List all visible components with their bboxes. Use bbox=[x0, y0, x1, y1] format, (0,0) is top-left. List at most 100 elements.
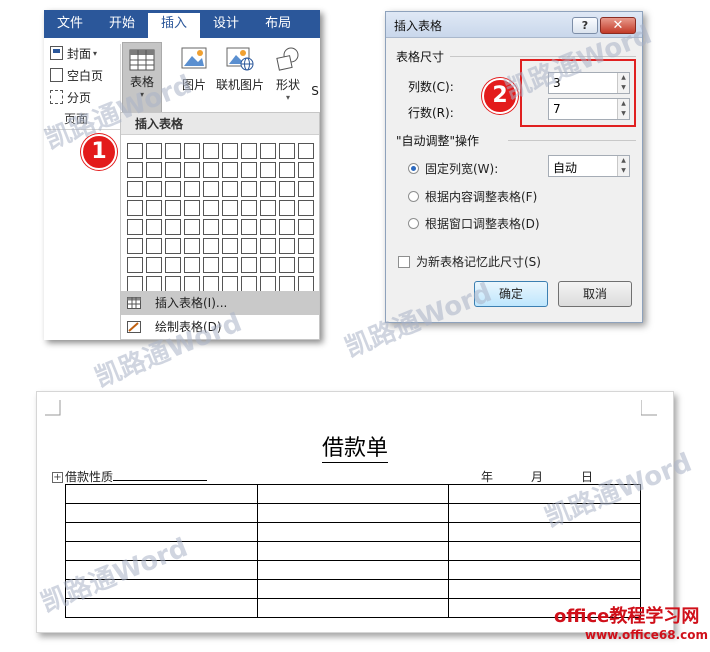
table-grid-cell[interactable] bbox=[184, 219, 200, 235]
autofit-contents-radio[interactable]: 根据内容调整表格(F) bbox=[408, 188, 537, 205]
online-picture-button[interactable]: 联机图片 bbox=[214, 42, 266, 93]
help-button[interactable]: ? bbox=[572, 17, 598, 34]
table-cell[interactable] bbox=[65, 560, 258, 580]
table-cell[interactable] bbox=[448, 484, 641, 504]
table-cell[interactable] bbox=[448, 579, 641, 599]
table-grid-cell[interactable] bbox=[279, 276, 295, 292]
table-grid-cell[interactable] bbox=[165, 238, 181, 254]
table-grid-cell[interactable] bbox=[241, 257, 257, 273]
cover-page-button[interactable]: 封面 ▾ bbox=[50, 42, 116, 64]
table-grid-cell[interactable] bbox=[165, 219, 181, 235]
table-grid-cell[interactable] bbox=[146, 143, 162, 159]
spinner-arrows[interactable]: ▲ ▼ bbox=[617, 156, 629, 176]
table-grid-cell[interactable] bbox=[203, 162, 219, 178]
table-grid-cell[interactable] bbox=[298, 238, 314, 254]
tab-insert[interactable]: 插入 bbox=[148, 13, 201, 38]
table-cell[interactable] bbox=[448, 541, 641, 561]
table-grid-cell[interactable] bbox=[298, 143, 314, 159]
table-cell[interactable] bbox=[65, 541, 258, 561]
table-grid-cell[interactable] bbox=[222, 200, 238, 216]
table-grid-cell[interactable] bbox=[298, 219, 314, 235]
table-grid-cell[interactable] bbox=[203, 181, 219, 197]
table-cell[interactable] bbox=[65, 484, 258, 504]
table-grid-cell[interactable] bbox=[165, 276, 181, 292]
table-grid-cell[interactable] bbox=[241, 238, 257, 254]
table-grid-cell[interactable] bbox=[241, 181, 257, 197]
table-size-grid[interactable] bbox=[127, 143, 314, 292]
table-cell[interactable] bbox=[448, 503, 641, 523]
table-grid-cell[interactable] bbox=[184, 162, 200, 178]
picture-button[interactable]: 图片 bbox=[176, 42, 212, 93]
table-grid-cell[interactable] bbox=[222, 219, 238, 235]
table-grid-cell[interactable] bbox=[165, 143, 181, 159]
table-grid-cell[interactable] bbox=[260, 200, 276, 216]
tab-home[interactable]: 开始 bbox=[96, 10, 148, 38]
table-cell[interactable] bbox=[256, 503, 450, 523]
smartart-button-clipped[interactable]: S bbox=[310, 84, 320, 98]
table-grid-cell[interactable] bbox=[222, 276, 238, 292]
table-grid-cell[interactable] bbox=[279, 200, 295, 216]
table-grid-cell[interactable] bbox=[203, 257, 219, 273]
insert-table-menu-item[interactable]: 插入表格(I)... bbox=[121, 291, 319, 315]
table-grid-cell[interactable] bbox=[127, 238, 143, 254]
table-grid-cell[interactable] bbox=[222, 143, 238, 159]
table-grid-cell[interactable] bbox=[241, 276, 257, 292]
table-grid-cell[interactable] bbox=[260, 238, 276, 254]
table-grid-cell[interactable] bbox=[184, 257, 200, 273]
table-cell[interactable] bbox=[256, 484, 450, 504]
table-cell[interactable] bbox=[65, 503, 258, 523]
table-grid-cell[interactable] bbox=[146, 200, 162, 216]
table-grid-cell[interactable] bbox=[241, 143, 257, 159]
table-grid-cell[interactable] bbox=[260, 257, 276, 273]
table-grid-cell[interactable] bbox=[298, 200, 314, 216]
table-grid-cell[interactable] bbox=[203, 238, 219, 254]
table-cell[interactable] bbox=[256, 541, 450, 561]
table-grid-cell[interactable] bbox=[184, 238, 200, 254]
table-grid-cell[interactable] bbox=[146, 162, 162, 178]
table-cell[interactable] bbox=[65, 598, 258, 618]
table-grid-cell[interactable] bbox=[222, 257, 238, 273]
table-grid-cell[interactable] bbox=[127, 257, 143, 273]
table-grid-cell[interactable] bbox=[146, 219, 162, 235]
table-grid-cell[interactable] bbox=[260, 143, 276, 159]
table-grid-cell[interactable] bbox=[146, 238, 162, 254]
table-grid-cell[interactable] bbox=[298, 162, 314, 178]
table-grid-cell[interactable] bbox=[298, 276, 314, 292]
table-grid-cell[interactable] bbox=[165, 200, 181, 216]
table-grid-cell[interactable] bbox=[127, 162, 143, 178]
table-grid-cell[interactable] bbox=[260, 219, 276, 235]
close-button[interactable]: ✕ bbox=[600, 17, 636, 34]
table-grid-cell[interactable] bbox=[279, 238, 295, 254]
table-grid-cell[interactable] bbox=[146, 257, 162, 273]
blank-page-button[interactable]: 空白页 bbox=[50, 64, 116, 86]
loan-table[interactable] bbox=[65, 484, 641, 618]
table-grid-cell[interactable] bbox=[279, 162, 295, 178]
table-grid-cell[interactable] bbox=[241, 162, 257, 178]
table-grid-cell[interactable] bbox=[222, 162, 238, 178]
table-grid-cell[interactable] bbox=[184, 200, 200, 216]
cancel-button[interactable]: 取消 bbox=[558, 281, 632, 307]
table-grid-cell[interactable] bbox=[298, 257, 314, 273]
table-cell[interactable] bbox=[65, 579, 258, 599]
table-grid-cell[interactable] bbox=[222, 181, 238, 197]
table-grid-cell[interactable] bbox=[165, 162, 181, 178]
table-cell[interactable] bbox=[448, 522, 641, 542]
table-grid-cell[interactable] bbox=[146, 276, 162, 292]
table-grid-cell[interactable] bbox=[165, 257, 181, 273]
table-cell[interactable] bbox=[256, 560, 450, 580]
table-grid-cell[interactable] bbox=[203, 200, 219, 216]
table-grid-cell[interactable] bbox=[222, 238, 238, 254]
table-move-handle-icon[interactable]: + bbox=[52, 472, 63, 483]
table-grid-cell[interactable] bbox=[298, 181, 314, 197]
tab-file[interactable]: 文件 bbox=[44, 10, 96, 38]
ok-button[interactable]: 确定 bbox=[474, 281, 548, 307]
table-grid-cell[interactable] bbox=[279, 219, 295, 235]
table-cell[interactable] bbox=[256, 579, 450, 599]
table-grid-cell[interactable] bbox=[127, 181, 143, 197]
table-grid-cell[interactable] bbox=[127, 143, 143, 159]
fixed-width-spinner[interactable]: 自动 ▲ ▼ bbox=[548, 155, 630, 177]
table-grid-cell[interactable] bbox=[127, 276, 143, 292]
page-break-button[interactable]: 分页 bbox=[50, 86, 116, 108]
table-grid-cell[interactable] bbox=[127, 200, 143, 216]
table-grid-cell[interactable] bbox=[279, 143, 295, 159]
